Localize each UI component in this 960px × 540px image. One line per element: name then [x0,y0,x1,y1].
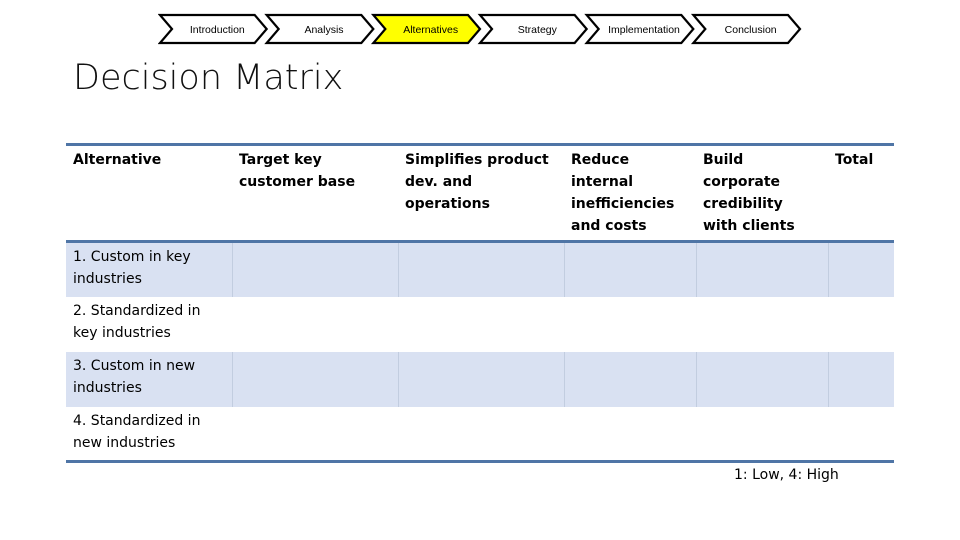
header-simplifies-product-dev: Simplifies product dev. and operations [405,152,549,212]
step-label-analysis[interactable]: Analysis [279,15,369,45]
alternative-cell: 4. Standardized in new industries [73,412,201,451]
header-build-corporate-credibility: Build corporate credibility with clients [703,152,795,234]
header-total: Total [835,152,874,168]
process-chevron-bar: Introduction Analysis Alternatives Strategy… [158,13,804,45]
score-legend: 1: Low, 4: High [734,467,839,483]
header-target-key-customer-base: Target key customer base [239,152,356,190]
score-cell[interactable] [398,407,564,462]
score-cell[interactable] [232,297,398,352]
score-cell[interactable] [695,351,828,407]
score-cell[interactable] [563,241,696,297]
score-cell[interactable] [397,351,564,407]
score-cell[interactable] [696,297,828,352]
alternative-cell: 1. Custom in key industries [66,241,232,297]
score-cell[interactable] [827,351,894,407]
page-title: Decision Matrix [73,58,344,98]
score-cell[interactable] [398,297,564,352]
table-row: 3. Custom in new industries [66,351,894,407]
score-cell[interactable] [563,351,696,407]
decision-matrix-table: Alternative Target key customer base Sim… [66,143,894,463]
step-label-conclusion[interactable]: Conclusion [706,15,796,45]
score-cell[interactable] [397,241,564,297]
table-row: 2. Standardized in key industries [66,297,894,352]
header-reduce-internal-inefficiencies: Reduce internal inefficiencies and costs [571,152,675,234]
score-cell[interactable] [564,297,696,352]
score-cell[interactable] [232,407,398,462]
step-label-alternatives[interactable]: Alternatives [386,15,476,45]
score-cell[interactable] [231,241,398,297]
alternative-cell: 3. Custom in new industries [66,351,232,407]
header-alternative: Alternative [73,152,162,168]
score-cell[interactable] [695,241,828,297]
table-row: 1. Custom in key industries [66,241,894,297]
score-cell[interactable] [696,407,828,462]
score-cell[interactable] [564,407,696,462]
header-row: Alternative Target key customer base Sim… [66,144,894,242]
step-label-implementation[interactable]: Implementation [599,15,689,45]
score-cell[interactable] [231,351,398,407]
alternative-cell: 2. Standardized in key industries [73,302,201,341]
table-row: 4. Standardized in new industries [66,407,894,462]
step-label-introduction[interactable]: Introduction [172,15,262,45]
score-cell[interactable] [828,297,894,352]
score-cell[interactable] [827,241,894,297]
step-label-strategy[interactable]: Strategy [492,15,582,45]
score-cell[interactable] [828,407,894,462]
